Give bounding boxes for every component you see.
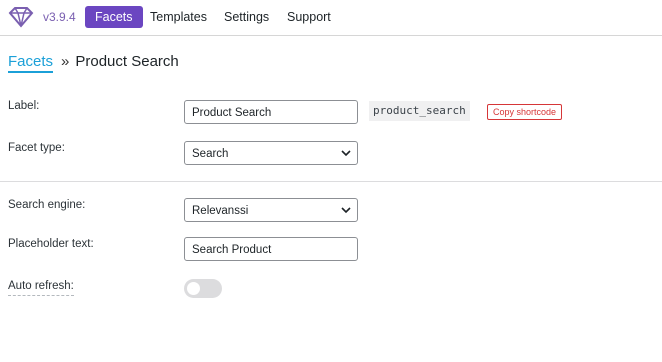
copy-shortcode-button[interactable]: Copy shortcode — [487, 104, 563, 120]
shortcode-display: product_search — [369, 101, 470, 121]
breadcrumb-facets-link[interactable]: Facets — [8, 53, 54, 73]
nav-tab-templates[interactable]: Templates — [140, 6, 217, 28]
breadcrumb: Facets » Product Search — [8, 53, 179, 73]
search-engine-select[interactable]: Relevanssi — [184, 198, 358, 222]
auto-refresh-toggle[interactable] — [184, 279, 222, 298]
placeholder-text-label: Placeholder text: — [8, 238, 94, 250]
chevron-down-icon — [341, 150, 351, 157]
search-engine-value: Relevanssi — [192, 205, 249, 217]
search-engine-label: Search engine: — [8, 199, 86, 211]
page-title: Product Search — [75, 53, 179, 70]
placeholder-text-input[interactable]: Search Product — [184, 237, 358, 261]
facet-type-value: Search — [192, 148, 229, 160]
label-field-label: Label: — [8, 100, 40, 112]
nav-tab-support[interactable]: Support — [277, 6, 341, 28]
toggle-knob — [187, 282, 200, 295]
facet-type-select[interactable]: Search — [184, 141, 358, 165]
chevron-down-icon — [341, 207, 351, 214]
top-navigation-bar: v3.9.4 Facets Templates Settings Support — [0, 0, 662, 36]
breadcrumb-separator: » — [61, 53, 70, 70]
facet-type-label: Facet type: — [8, 142, 65, 154]
version-label: v3.9.4 — [43, 10, 76, 24]
section-divider — [0, 181, 662, 182]
auto-refresh-label: Auto refresh: — [8, 280, 74, 296]
label-input[interactable]: Product Search — [184, 100, 358, 124]
nav-tab-settings[interactable]: Settings — [214, 6, 279, 28]
nav-tab-facets[interactable]: Facets — [85, 6, 143, 28]
facetwp-logo-icon — [8, 7, 34, 28]
